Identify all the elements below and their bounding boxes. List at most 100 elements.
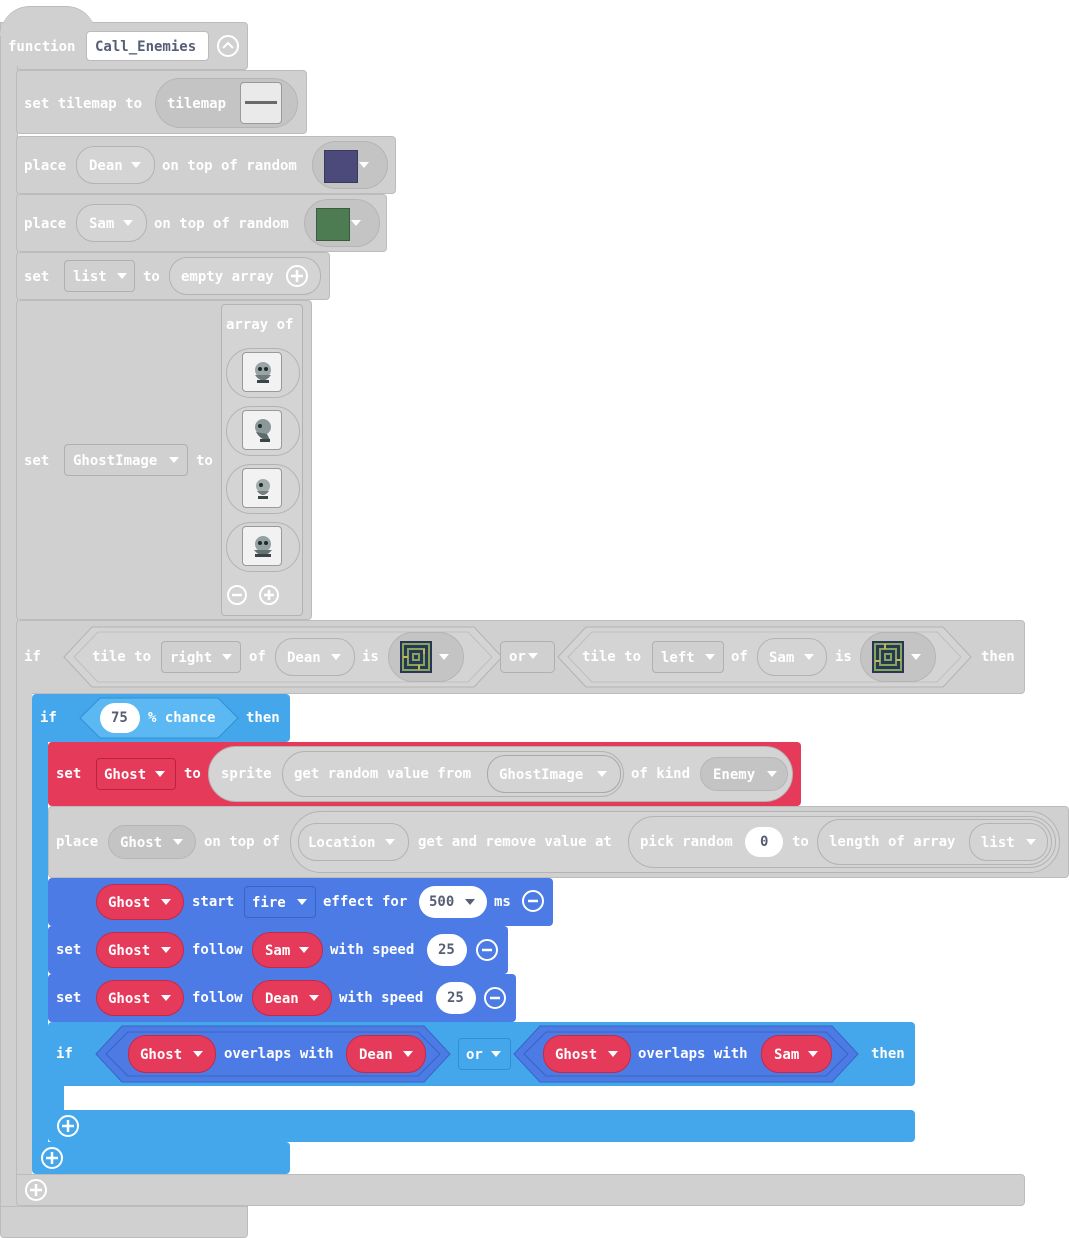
sprite-dropdown-ghost[interactable]: Ghost	[108, 825, 196, 859]
sprite-dropdown-ghost[interactable]: Ghost	[128, 1035, 216, 1073]
chevron-down-icon	[161, 899, 171, 905]
sprite-dropdown-sam[interactable]: Sam	[757, 638, 827, 676]
chevron-down-icon	[299, 947, 309, 953]
remove-icon[interactable]	[227, 585, 247, 605]
remove-icon[interactable]	[484, 987, 506, 1009]
array-dropdown-ghostimage[interactable]: GhostImage	[487, 755, 621, 793]
chevron-down-icon	[155, 771, 165, 777]
if-label: if	[24, 649, 41, 665]
with-speed-label: with speed	[339, 990, 424, 1006]
sprite-dropdown-dean[interactable]: Dean	[275, 638, 355, 676]
effect-for-label: effect for	[323, 894, 408, 910]
tile-swatch	[324, 150, 358, 183]
chevron-down-icon	[528, 653, 538, 659]
target-dropdown-sam[interactable]: Sam	[761, 1035, 832, 1073]
tile-to-label: tile to	[92, 649, 152, 665]
chevron-down-icon	[131, 162, 141, 168]
tile-picker-left[interactable]	[388, 632, 464, 682]
sprite-dropdown-sam[interactable]: Sam	[76, 204, 147, 242]
chevron-down-icon	[331, 654, 341, 660]
sprite-dropdown-dean[interactable]: Dean	[76, 146, 155, 184]
variable-dropdown-ghost[interactable]: Ghost	[96, 758, 176, 790]
or-dropdown-overlap[interactable]: or	[458, 1038, 511, 1070]
place-label: place	[24, 216, 67, 232]
array-dropdown-list[interactable]: list	[969, 823, 1048, 861]
tile-picker-right[interactable]	[860, 632, 936, 682]
chevron-down-icon	[808, 1051, 818, 1057]
tilemap-thumbnail-icon[interactable]	[240, 82, 282, 124]
chance-label: % chance	[148, 710, 216, 726]
add-icon[interactable]	[286, 265, 308, 287]
add-else-icon[interactable]	[57, 1115, 79, 1137]
on-top-of-label: on top of	[204, 834, 280, 850]
sprite-dropdown-ghost[interactable]: Ghost	[96, 932, 184, 968]
chevron-down-icon	[351, 220, 361, 226]
if-tile-footer	[16, 1174, 1025, 1206]
on-top-of-random-label: on top of random	[162, 158, 297, 174]
function-footer	[0, 1206, 248, 1238]
function-hat	[0, 6, 96, 36]
tile-picker-dean[interactable]	[312, 141, 388, 189]
set-label: set	[56, 990, 82, 1006]
chance-value-input[interactable]: 75	[100, 703, 140, 733]
chevron-down-icon	[385, 839, 395, 845]
variable-dropdown-ghostimage[interactable]: GhostImage	[64, 444, 188, 476]
ghost-sprite-3-icon[interactable]	[242, 468, 282, 508]
add-else-icon[interactable]	[41, 1147, 63, 1169]
sprite-label: sprite	[221, 766, 272, 782]
function-name-field[interactable]: Call_Enemies	[86, 31, 209, 61]
add-icon[interactable]	[259, 585, 279, 605]
ghost-sprite-2-icon[interactable]	[242, 410, 282, 450]
set-label: set	[24, 269, 50, 285]
kind-dropdown-enemy[interactable]: Enemy	[700, 757, 788, 791]
variable-dropdown-list[interactable]: list	[64, 260, 135, 292]
start-label: start	[192, 894, 235, 910]
tile-picker-sam[interactable]	[304, 199, 380, 247]
chevron-down-icon	[403, 1051, 413, 1057]
chevron-down-icon	[491, 1051, 501, 1057]
get-remove-label: get and remove value at	[418, 834, 612, 850]
if-tile-spine	[16, 690, 32, 1178]
then-label: then	[871, 1046, 905, 1062]
of-kind-label: of kind	[631, 766, 691, 782]
to-label: to	[792, 834, 809, 850]
sprite-dropdown-ghost[interactable]: Ghost	[96, 980, 184, 1016]
chevron-down-icon	[359, 162, 369, 168]
to-label: to	[184, 766, 201, 782]
to-label: to	[196, 453, 213, 469]
with-speed-label: with speed	[330, 942, 415, 958]
follow-label: follow	[192, 942, 243, 958]
ms-label: ms	[494, 894, 511, 910]
remove-icon[interactable]	[522, 890, 544, 912]
chevron-down-icon	[597, 771, 607, 777]
ghost-sprite-1-icon[interactable]	[242, 352, 282, 392]
target-dropdown-sam[interactable]: Sam	[252, 932, 323, 968]
chevron-down-icon	[117, 273, 127, 279]
sprite-dropdown-ghost[interactable]: Ghost	[96, 884, 184, 920]
ghost-sprite-4-icon[interactable]	[242, 526, 282, 566]
tilemap-value-label: tilemap	[167, 96, 227, 112]
array-dropdown-location[interactable]: Location	[298, 823, 409, 861]
target-dropdown-dean[interactable]: Dean	[252, 980, 332, 1016]
then-label: then	[246, 710, 280, 726]
chevron-down-icon	[911, 654, 921, 660]
chevron-up-icon[interactable]	[217, 35, 239, 57]
random-min-input[interactable]: 0	[745, 827, 783, 857]
sprite-dropdown-ghost[interactable]: Ghost	[543, 1035, 631, 1073]
effect-dropdown-fire[interactable]: fire	[244, 886, 316, 918]
speed-input[interactable]: 25	[427, 934, 467, 966]
length-label: length of array	[829, 834, 956, 850]
function-keyword: function	[8, 39, 76, 55]
chevron-down-icon	[123, 220, 133, 226]
speed-input[interactable]: 25	[436, 982, 476, 1014]
add-else-icon[interactable]	[25, 1179, 47, 1201]
remove-icon[interactable]	[476, 939, 498, 961]
if-label: if	[40, 710, 57, 726]
target-dropdown-dean[interactable]: Dean	[346, 1035, 426, 1073]
if-chance-footer	[32, 1142, 290, 1174]
on-top-of-random-label: on top of random	[154, 216, 289, 232]
direction-dropdown-right[interactable]: right	[161, 641, 241, 673]
direction-dropdown-left[interactable]: left	[652, 641, 724, 673]
place-label: place	[56, 834, 99, 850]
duration-input[interactable]: 500	[419, 886, 487, 918]
